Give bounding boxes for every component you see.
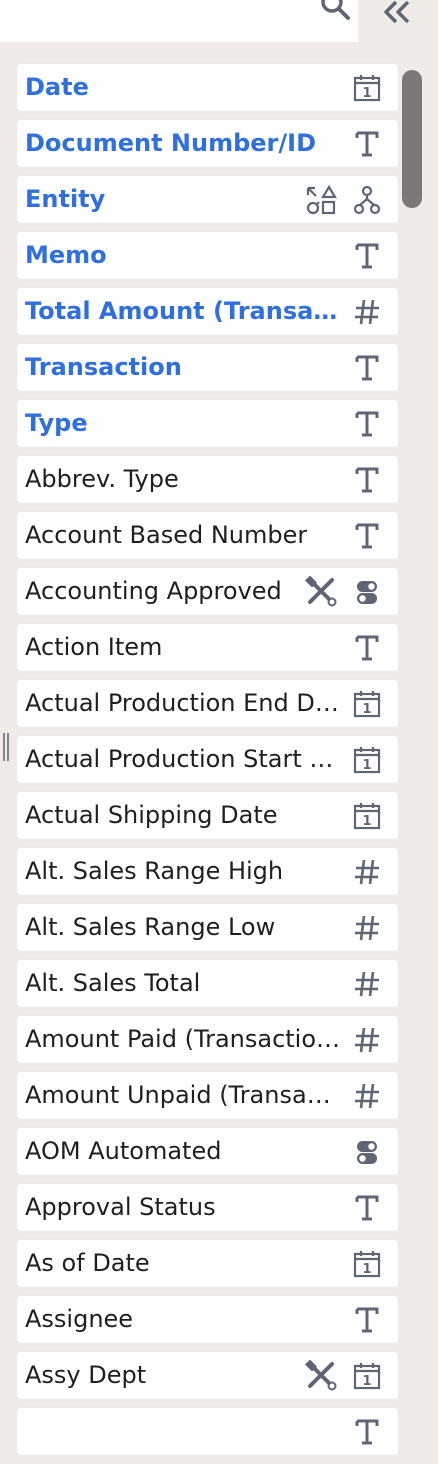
field-label: Transaction [25, 353, 182, 381]
field-label: Action Item [25, 633, 163, 661]
field-label: Abbrev. Type [25, 465, 179, 493]
double-chevron-left-icon[interactable] [380, 0, 414, 26]
hash-icon [352, 857, 382, 887]
field-item-assignee[interactable]: Assignee [17, 1296, 398, 1343]
field-label: AOM Automated [25, 1137, 222, 1165]
toggle-icon [352, 1137, 382, 1167]
field-item-total-amount-transaction-currency[interactable]: Total Amount (Transaction Currency) [17, 288, 398, 335]
text-type-icon [352, 465, 382, 495]
calendar-icon: 1 [352, 745, 382, 775]
field-label: Alt. Sales Range High [25, 857, 284, 885]
field-item-alt-sales-total[interactable]: Alt. Sales Total [17, 960, 398, 1007]
field-item-aom-automated[interactable]: AOM Automated [17, 1128, 398, 1175]
field-label: Type [25, 409, 88, 437]
field-label: Document Number/ID [25, 129, 317, 157]
search-box[interactable] [0, 0, 358, 42]
field-item-entity[interactable]: Entity [17, 176, 398, 223]
field-item-memo[interactable]: Memo [17, 232, 398, 279]
field-label: Amount Paid (Transaction Currency) [25, 1025, 343, 1053]
svg-text:1: 1 [362, 814, 371, 829]
text-type-icon [352, 633, 382, 663]
text-type-icon [352, 1417, 382, 1447]
toggle-icon [352, 577, 382, 607]
field-label: Accounting Approved [25, 577, 282, 605]
search-input[interactable] [0, 0, 324, 42]
hierarchy-icon [352, 185, 382, 215]
field-item-type[interactable]: Type [17, 400, 398, 447]
field-item-actual-shipping-date[interactable]: Actual Shipping Date 1 [17, 792, 398, 839]
field-label: As of Date [25, 1249, 150, 1277]
calendar-icon: 1 [352, 689, 382, 719]
field-label: Date [25, 73, 89, 101]
field-item-amount-unpaid-transaction-currency[interactable]: Amount Unpaid (Transaction Currency) [17, 1072, 398, 1119]
top-bar [0, 0, 438, 42]
text-type-icon [352, 129, 382, 159]
svg-text:1: 1 [362, 1262, 371, 1277]
text-type-icon [352, 353, 382, 383]
svg-text:1: 1 [362, 1374, 371, 1389]
field-item-actual-production-end-date[interactable]: Actual Production End Date 1 [17, 680, 398, 727]
field-label: Actual Production Start Date [25, 745, 343, 773]
field-item-document-number-id[interactable]: Document Number/ID [17, 120, 398, 167]
field-item-accounting-approved[interactable]: Accounting Approved [17, 568, 398, 615]
field-item-account-based-number[interactable]: Account Based Number [17, 512, 398, 559]
field-item-empty[interactable] [17, 1408, 398, 1455]
hash-icon [352, 297, 382, 327]
field-label: Assignee [25, 1305, 134, 1333]
scrollbar-thumb[interactable] [402, 70, 422, 208]
field-label: Amount Unpaid (Transaction Currency) [25, 1081, 343, 1109]
field-label: Account Based Number [25, 521, 308, 549]
field-item-alt-sales-range-high[interactable]: Alt. Sales Range High [17, 848, 398, 895]
field-label: Actual Shipping Date [25, 801, 278, 829]
calendar-icon: 1 [352, 1361, 382, 1391]
field-item-alt-sales-range-low[interactable]: Alt. Sales Range Low [17, 904, 398, 951]
svg-text:1: 1 [362, 758, 371, 773]
shapes-icon [304, 184, 338, 216]
text-type-icon [352, 521, 382, 551]
hash-icon [352, 1025, 382, 1055]
hash-icon [352, 1081, 382, 1111]
calendar-icon: 1 [352, 801, 382, 831]
hash-icon [352, 969, 382, 999]
tools-icon [304, 575, 338, 608]
calendar-icon: 1 [352, 1249, 382, 1279]
panel-resize-handle[interactable] [2, 732, 10, 762]
scrollbar-track[interactable] [402, 64, 422, 1416]
text-type-icon [352, 241, 382, 271]
text-type-icon [352, 409, 382, 439]
svg-text:1: 1 [362, 86, 371, 101]
field-list: Date 1 Document Number/ID Entity Memo Total A… [17, 64, 398, 1464]
field-label: Memo [25, 241, 107, 269]
text-type-icon [352, 1193, 382, 1223]
field-item-date[interactable]: Date 1 [17, 64, 398, 111]
tools-icon [304, 1359, 338, 1392]
field-label: Assy Dept [25, 1361, 147, 1389]
field-label: Actual Production End Date [25, 689, 343, 717]
svg-text:1: 1 [362, 702, 371, 717]
field-item-actual-production-start-date[interactable]: Actual Production Start Date 1 [17, 736, 398, 783]
field-item-abbrev-type[interactable]: Abbrev. Type [17, 456, 398, 503]
field-item-as-of-date[interactable]: As of Date 1 [17, 1240, 398, 1287]
field-item-approval-status[interactable]: Approval Status [17, 1184, 398, 1231]
field-label: Entity [25, 185, 106, 213]
hash-icon [352, 913, 382, 943]
search-icon[interactable] [318, 0, 352, 24]
field-label: Total Amount (Transaction Currency) [25, 297, 343, 325]
field-item-action-item[interactable]: Action Item [17, 624, 398, 671]
field-label: Alt. Sales Range Low [25, 913, 276, 941]
field-item-assy-dept[interactable]: Assy Dept 1 [17, 1352, 398, 1399]
calendar-icon: 1 [352, 73, 382, 103]
field-label: Approval Status [25, 1193, 216, 1221]
field-item-amount-paid-transaction-currency[interactable]: Amount Paid (Transaction Currency) [17, 1016, 398, 1063]
field-item-transaction[interactable]: Transaction [17, 344, 398, 391]
field-label: Alt. Sales Total [25, 969, 201, 997]
text-type-icon [352, 1305, 382, 1335]
